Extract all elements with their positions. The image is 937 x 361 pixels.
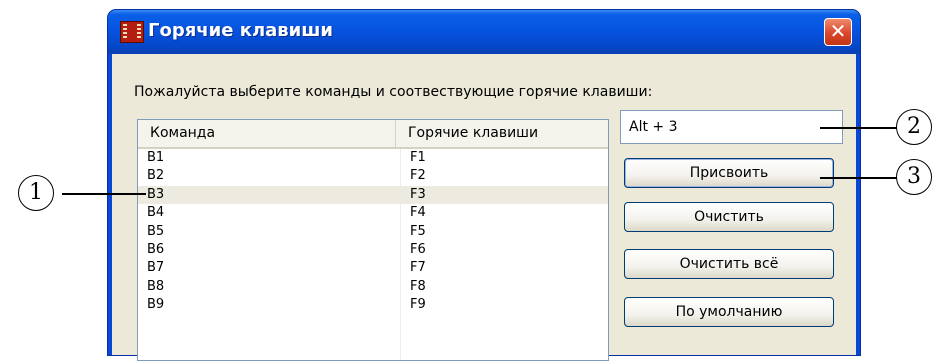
hotkey-cell: F9 (410, 297, 426, 313)
dialog-body: Пожалуйста выберите команды и соотвеству… (112, 54, 856, 361)
instruction-text: Пожалуйста выберите команды и соотвеству… (134, 84, 653, 100)
list-body: B1 F1 B2 F2 B3 F3 B4 F4 B5 F5 B6 F6 B7 F… (138, 149, 608, 315)
title-bar[interactable]: Горячие клавиши ✕ (108, 10, 860, 54)
hotkey-cell: F4 (410, 205, 426, 221)
table-row[interactable]: B5 F5 (138, 223, 608, 241)
table-row-selected[interactable]: B3 F3 (138, 185, 608, 205)
hotkey-cell: F3 (410, 186, 426, 202)
hotkey-cell: F5 (410, 223, 426, 239)
column-header-hotkey[interactable]: Горячие клавиши (396, 120, 608, 147)
command-cell: B8 (147, 278, 165, 294)
command-cell: B9 (147, 297, 165, 313)
table-row[interactable]: B7 F7 (138, 259, 608, 277)
callout-2-marker: 2 (896, 109, 932, 145)
hotkey-input[interactable]: Alt + 3 (620, 110, 843, 144)
hotkey-cell: F1 (410, 150, 426, 165)
callout-3-line (820, 177, 898, 179)
assign-button[interactable]: Присвоить (624, 158, 834, 188)
column-header-command[interactable]: Команда (138, 120, 396, 147)
close-button[interactable]: ✕ (824, 18, 852, 46)
command-cell: B5 (147, 223, 165, 239)
table-row[interactable]: B9 F9 (138, 296, 608, 314)
clear-button[interactable]: Очистить (624, 202, 834, 232)
callout-2-line (820, 127, 898, 129)
hotkey-cell: F6 (410, 241, 426, 257)
film-icon (120, 21, 144, 43)
hotkey-cell: F7 (410, 260, 426, 276)
table-row[interactable]: B8 F8 (138, 278, 608, 296)
table-row[interactable]: B1 F1 (138, 149, 608, 167)
clear-all-button[interactable]: Очистить всё (624, 249, 834, 279)
command-cell: B2 (147, 168, 165, 184)
table-row[interactable]: B4 F4 (138, 204, 608, 222)
callout-1-marker: 1 (18, 175, 54, 211)
commands-list[interactable]: Команда Горячие клавиши B1 F1 B2 F2 B3 F… (137, 119, 609, 361)
command-cell: B3 (147, 186, 165, 202)
command-cell: B6 (147, 241, 165, 257)
default-button[interactable]: По умолчанию (624, 297, 834, 327)
hotkey-cell: F2 (410, 168, 426, 184)
table-row[interactable]: B2 F2 (138, 167, 608, 185)
command-cell: B7 (147, 260, 165, 276)
table-row[interactable]: B6 F6 (138, 241, 608, 259)
command-cell: B4 (147, 205, 165, 221)
command-cell: B1 (147, 150, 165, 165)
callout-3-marker: 3 (896, 159, 932, 195)
callout-1-line (62, 193, 146, 195)
hotkeys-dialog: Горячие клавиши ✕ Пожалуйста выберите ко… (108, 10, 860, 361)
list-header: Команда Горячие клавиши (138, 120, 608, 149)
dialog-title: Горячие клавиши (148, 20, 334, 41)
hotkey-cell: F8 (410, 278, 426, 294)
